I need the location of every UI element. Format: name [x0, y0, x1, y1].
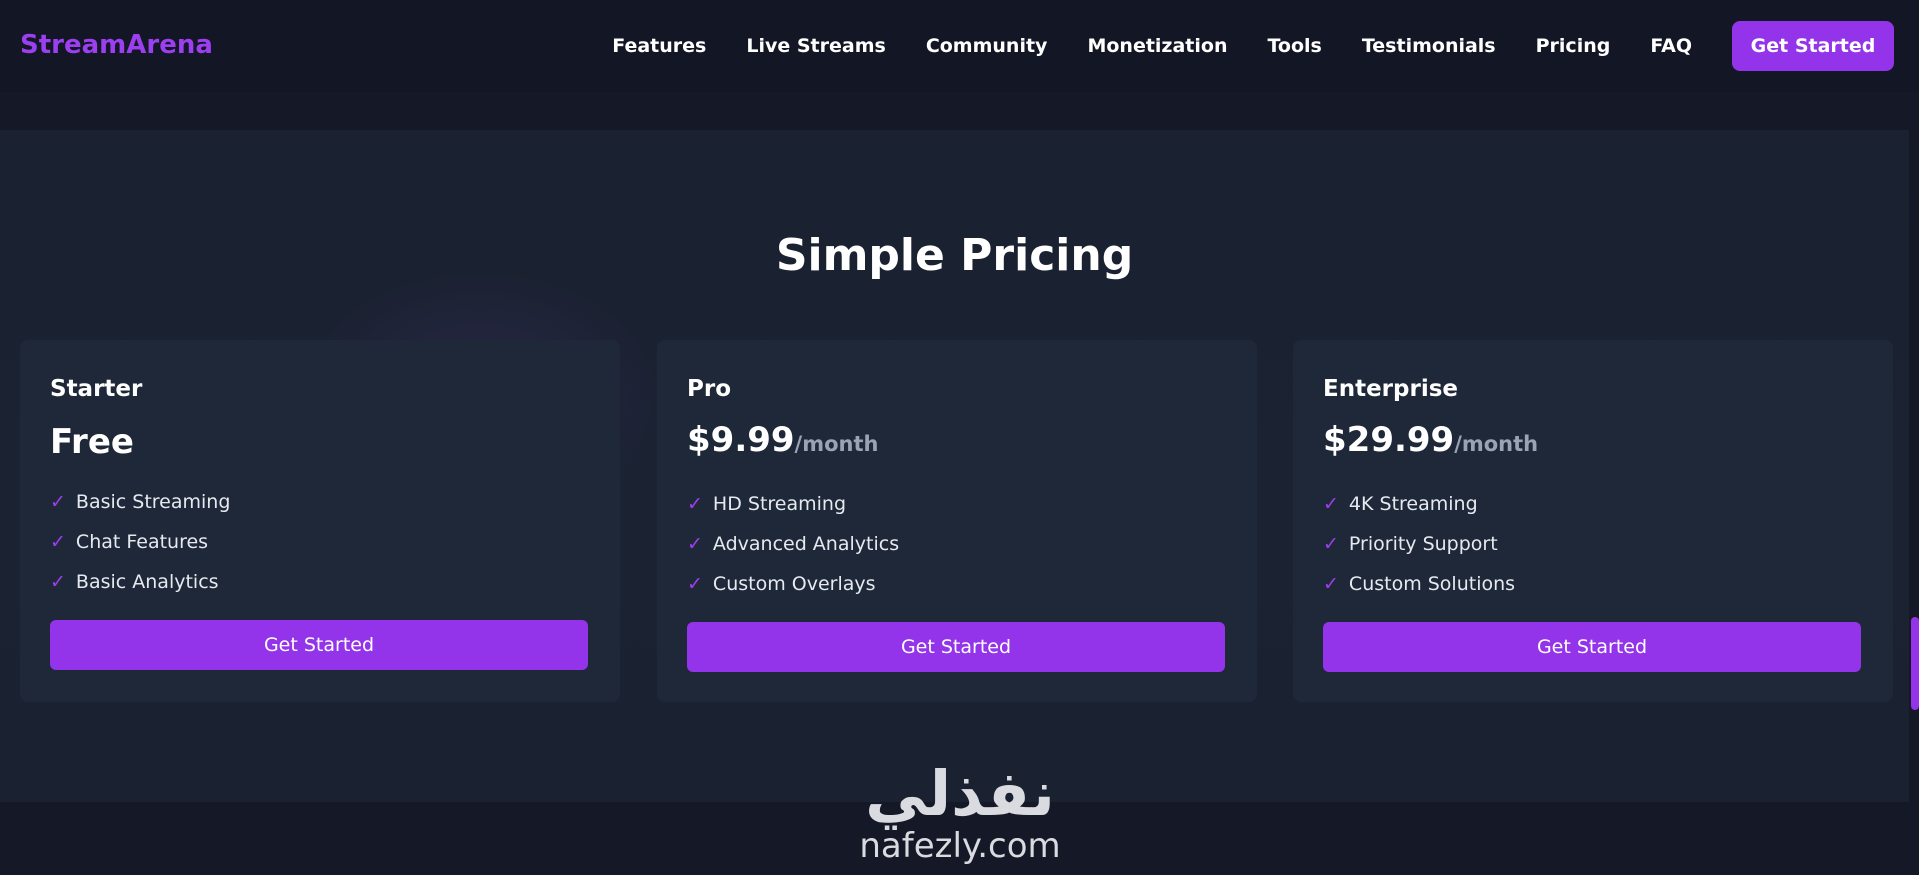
check-icon: ✓	[1323, 573, 1339, 595]
plan-card-pro: Pro $9.99/month ✓ HD Streaming ✓ Advanced …	[657, 340, 1257, 702]
plan-feature: ✓ Basic Streaming	[50, 482, 230, 522]
plan-feature-label: HD Streaming	[712, 493, 847, 515]
nav-link-testimonials[interactable]: Testimonials	[1362, 35, 1496, 57]
check-icon: ✓	[687, 573, 703, 595]
plan-feature: ✓ Chat Features	[50, 522, 230, 562]
plan-feature-label: 4K Streaming	[1348, 493, 1478, 515]
plan-feature: ✓ Custom Solutions	[1323, 564, 1515, 604]
plan-card-enterprise: Enterprise $29.99/month ✓ 4K Streaming ✓ P…	[1293, 340, 1893, 702]
plan-feature-list: ✓ HD Streaming ✓ Advanced Analytics ✓ Custo…	[687, 484, 899, 604]
plan-price: $29.99/month	[1323, 420, 1538, 460]
plan-price-amount: $9.99	[687, 420, 795, 460]
plan-feature: ✓ Custom Overlays	[687, 564, 899, 604]
plan-feature-list: ✓ 4K Streaming ✓ Priority Support ✓ Custom …	[1323, 484, 1515, 604]
nav-get-started-button[interactable]: Get Started	[1732, 21, 1894, 71]
watermark-arabic-text: نفذلي	[865, 757, 1055, 830]
plan-feature: ✓ Advanced Analytics	[687, 524, 899, 564]
plan-feature-label: Priority Support	[1348, 533, 1498, 555]
nav-link-community[interactable]: Community	[926, 35, 1048, 57]
check-icon: ✓	[50, 571, 66, 593]
brand-logo[interactable]: StreamArena	[20, 30, 213, 60]
plan-card-starter: Starter Free ✓ Basic Streaming ✓ Chat Feat…	[20, 340, 620, 702]
check-icon: ✓	[687, 533, 703, 555]
plan-feature-list: ✓ Basic Streaming ✓ Chat Features ✓ Basic A…	[50, 482, 230, 602]
plan-feature-label: Chat Features	[75, 531, 209, 553]
check-icon: ✓	[1323, 533, 1339, 555]
nav-link-live-streams[interactable]: Live Streams	[746, 35, 885, 57]
nav-link-monetization[interactable]: Monetization	[1087, 35, 1227, 57]
plan-name: Enterprise	[1323, 376, 1459, 402]
plan-name: Starter	[50, 376, 143, 402]
plan-name: Pro	[687, 376, 732, 402]
top-navbar: StreamArena Features Live Streams Commun…	[0, 0, 1919, 92]
plan-price: Free	[50, 422, 134, 462]
plan-price-amount: Free	[50, 422, 134, 462]
nav-link-tools[interactable]: Tools	[1267, 35, 1321, 57]
starter-get-started-button[interactable]: Get Started	[50, 620, 588, 670]
nav-link-pricing[interactable]: Pricing	[1536, 35, 1611, 57]
nav-link-features[interactable]: Features	[612, 35, 706, 57]
plan-feature-label: Custom Solutions	[1348, 573, 1516, 595]
nav-links: Features Live Streams Community Monetiza…	[612, 20, 1894, 72]
watermark-logo: نفذلي nafezly.com	[850, 762, 1070, 872]
plan-price-period: /month	[1454, 432, 1539, 456]
plan-feature: ✓ HD Streaming	[687, 484, 899, 524]
plan-price-period: /month	[794, 432, 879, 456]
watermark-latin-text: nafezly.com	[859, 826, 1061, 866]
plan-feature-label: Advanced Analytics	[712, 533, 900, 555]
plan-feature: ✓ 4K Streaming	[1323, 484, 1515, 524]
check-icon: ✓	[687, 493, 703, 515]
plan-feature-label: Basic Streaming	[75, 491, 231, 513]
pro-get-started-button[interactable]: Get Started	[687, 622, 1225, 672]
plan-price-amount: $29.99	[1323, 420, 1455, 460]
check-icon: ✓	[50, 531, 66, 553]
enterprise-get-started-button[interactable]: Get Started	[1323, 622, 1861, 672]
section-title: Simple Pricing	[775, 230, 1134, 281]
plan-feature: ✓ Priority Support	[1323, 524, 1515, 564]
check-icon: ✓	[50, 491, 66, 513]
plan-price: $9.99/month	[687, 420, 878, 460]
plan-feature-label: Custom Overlays	[712, 573, 876, 595]
plan-feature: ✓ Basic Analytics	[50, 562, 230, 602]
plan-feature-label: Basic Analytics	[75, 571, 219, 593]
scrollbar-thumb[interactable]	[1911, 617, 1919, 710]
nav-link-faq[interactable]: FAQ	[1650, 35, 1692, 57]
check-icon: ✓	[1323, 493, 1339, 515]
